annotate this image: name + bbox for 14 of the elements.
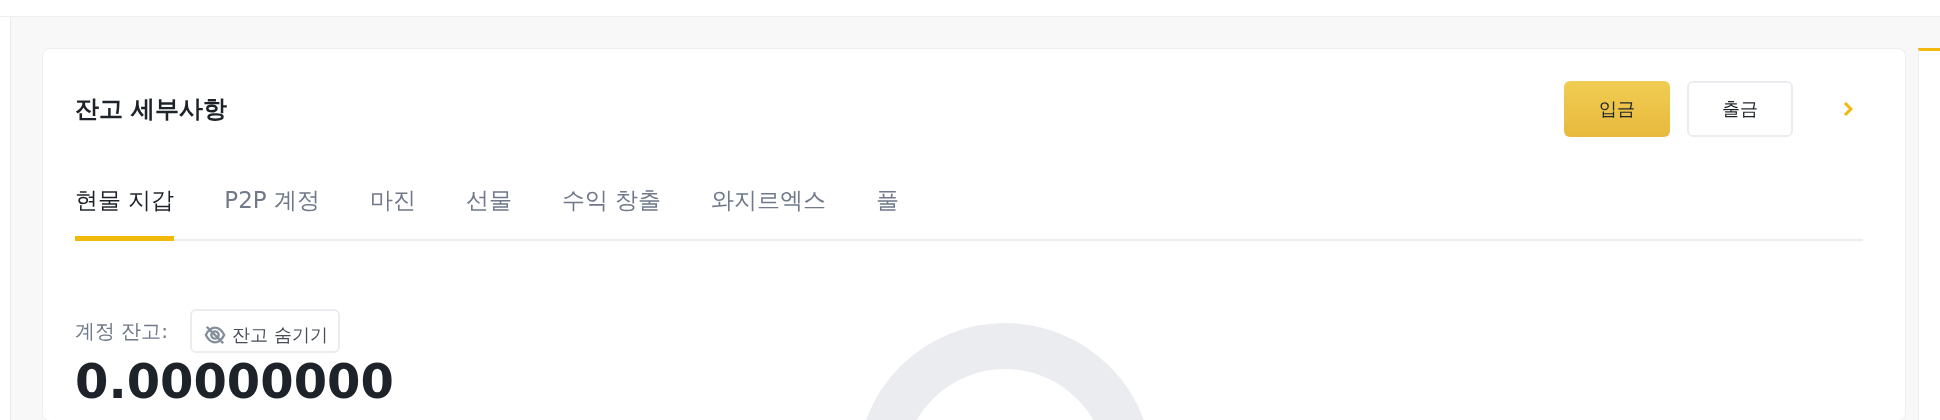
tab[interactable]: P2P 계정 xyxy=(224,169,320,241)
tab[interactable]: 풀 xyxy=(876,169,900,241)
tab[interactable]: 선물 xyxy=(466,169,512,241)
balance-amount: 0.00000000 xyxy=(75,353,395,409)
tab[interactable]: 마진 xyxy=(370,169,416,241)
balance-label: 계정 잔고: xyxy=(75,317,169,345)
tab[interactable]: 현물 지갑 xyxy=(75,169,175,241)
chevron-right-icon[interactable] xyxy=(1843,102,1853,116)
tab[interactable]: 와지르엑스 xyxy=(711,169,827,241)
withdraw-button[interactable]: 출금 xyxy=(1687,81,1793,137)
deposit-button[interactable]: 입금 xyxy=(1564,81,1670,137)
card-title: 잔고 세부사항 xyxy=(75,94,229,125)
hide-balance-button[interactable]: 잔고 숨기기 xyxy=(190,309,340,353)
tab[interactable]: 수익 창출 xyxy=(562,169,662,241)
